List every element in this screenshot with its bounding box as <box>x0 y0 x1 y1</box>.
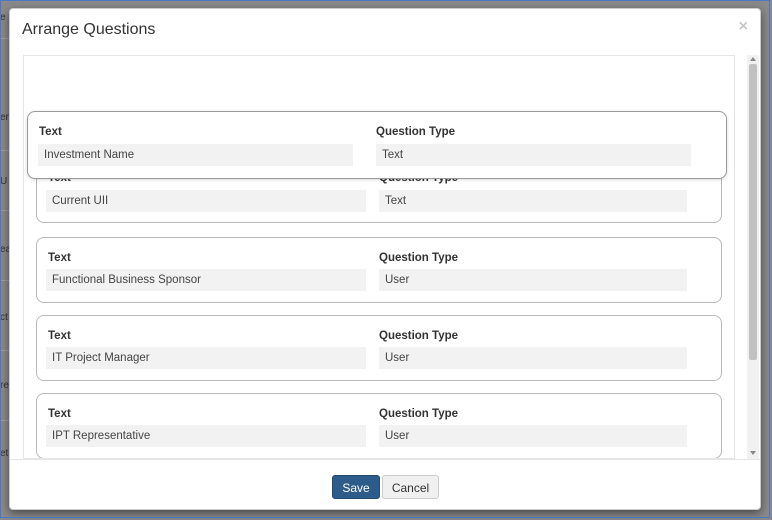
window-border <box>0 0 770 518</box>
